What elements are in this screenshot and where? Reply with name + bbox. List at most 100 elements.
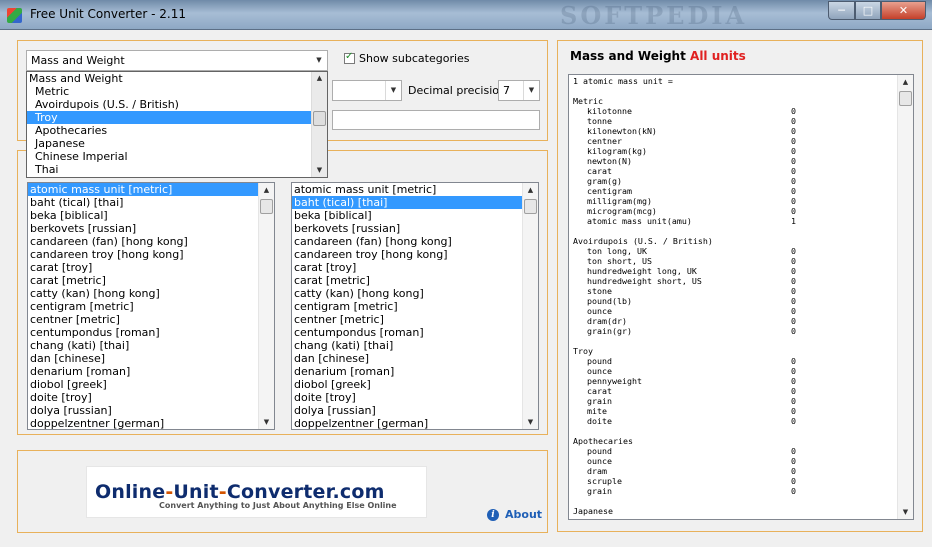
scroll-down-icon[interactable]: ▼ [523, 415, 538, 429]
list-item[interactable]: dolya [russian] [292, 404, 523, 417]
dropdown-option[interactable]: Chinese Imperial [27, 150, 311, 163]
results-unit-name: pound [587, 356, 612, 366]
category-dropdown-list[interactable]: Mass and Weight Metric Avoirdupois (U.S. /… [26, 71, 328, 178]
value-input[interactable] [332, 110, 540, 130]
scroll-thumb[interactable] [260, 199, 273, 214]
scroll-up-icon[interactable]: ▲ [312, 72, 327, 85]
dropdown-option[interactable]: Avoirdupois (U.S. / British) [27, 98, 311, 111]
list-item[interactable]: doite [troy] [292, 391, 523, 404]
chevron-down-icon[interactable]: ▼ [385, 81, 401, 100]
list-item[interactable]: centumpondus [roman] [292, 326, 523, 339]
watermark: SOFTPEDIA [560, 1, 748, 30]
list-item[interactable]: beka [biblical] [292, 209, 523, 222]
list-item[interactable]: atomic mass unit [metric] [28, 183, 259, 196]
dropdown-option[interactable]: Thai [27, 163, 311, 176]
list-item[interactable]: catty (kan) [hong kong] [28, 287, 259, 300]
scroll-down-icon[interactable]: ▼ [312, 164, 327, 177]
results-unit-name: microgram(mcg) [587, 206, 657, 216]
scroll-thumb[interactable] [524, 199, 537, 214]
results-text-area[interactable]: 1 atomic mass unit = Metric kilotonne 0 tonn… [568, 74, 914, 520]
list-item[interactable]: beka [biblical] [28, 209, 259, 222]
minimize-button[interactable]: ─ [828, 1, 855, 20]
list-item[interactable]: candareen troy [hong kong] [28, 248, 259, 261]
list-item[interactable]: diobol [greek] [28, 378, 259, 391]
list-item[interactable]: dan [chinese] [292, 352, 523, 365]
scroll-down-icon[interactable]: ▼ [259, 415, 274, 429]
results-section-header: 1 atomic mass unit = [573, 76, 673, 86]
show-subcategories-label: Show subcategories [359, 52, 470, 65]
results-category: Mass and Weight [570, 49, 686, 63]
list-item[interactable]: denarium [roman] [28, 365, 259, 378]
results-section-header: Metric [573, 96, 603, 106]
chevron-down-icon[interactable]: ▼ [311, 51, 327, 70]
results-unit-value: 0 [791, 276, 796, 286]
dropdown-option[interactable]: Mass and Weight [27, 72, 311, 85]
list-item[interactable]: dan [chinese] [28, 352, 259, 365]
chevron-down-icon[interactable]: ▼ [523, 81, 539, 100]
list-item[interactable]: chang (kati) [thai] [28, 339, 259, 352]
list-item[interactable]: denarium [roman] [292, 365, 523, 378]
show-subcategories-checkbox[interactable] [344, 51, 355, 64]
dropdown-option[interactable]: Troy [27, 111, 311, 124]
list-item[interactable]: centumpondus [roman] [28, 326, 259, 339]
list-item[interactable]: centner [metric] [28, 313, 259, 326]
list-item[interactable]: berkovets [russian] [28, 222, 259, 235]
decimal-precision-select[interactable]: 7 ▼ [498, 80, 540, 101]
show-subcategories-toggle[interactable]: Show subcategories [344, 51, 470, 65]
scroll-up-icon[interactable]: ▲ [259, 183, 274, 197]
list-item[interactable]: dolya [russian] [28, 404, 259, 417]
dropdown-scrollbar[interactable]: ▲ ▼ [311, 72, 327, 177]
list-item[interactable]: atomic mass unit [metric] [292, 183, 523, 196]
list-item[interactable]: baht (tical) [thai] [28, 196, 259, 209]
about-link[interactable]: i About [487, 508, 542, 521]
list-item[interactable]: baht (tical) [thai] [292, 196, 523, 209]
from-list-scrollbar[interactable]: ▲ ▼ [258, 183, 274, 429]
dropdown-option[interactable]: Apothecaries [27, 124, 311, 137]
dropdown-option[interactable]: Japanese [27, 137, 311, 150]
to-unit-list[interactable]: atomic mass unit [metric] baht (tical) [t… [291, 182, 539, 430]
list-item[interactable]: doppelzentner [german] [292, 417, 523, 429]
list-item[interactable]: carat [troy] [292, 261, 523, 274]
results-scrollbar[interactable]: ▲ ▼ [897, 75, 913, 519]
results-unit-value: 0 [791, 256, 796, 266]
list-item[interactable]: candareen (fan) [hong kong] [28, 235, 259, 248]
scroll-down-icon[interactable]: ▼ [898, 505, 913, 519]
list-item[interactable]: centner [metric] [292, 313, 523, 326]
title-bar[interactable]: Free Unit Converter - 2.11 SOFTPEDIA ─ □… [0, 0, 932, 30]
results-unit-value: 0 [791, 156, 796, 166]
results-unit-name: hundredweight short, US [587, 276, 702, 286]
results-unit-name: ounce [587, 306, 612, 316]
results-row: pennyweight 0 [573, 376, 893, 386]
list-item[interactable]: diobol [greek] [292, 378, 523, 391]
list-item[interactable]: doite [troy] [28, 391, 259, 404]
results-unit-name: ounce [587, 366, 612, 376]
category-select[interactable]: Mass and Weight ▼ [26, 50, 328, 71]
from-unit-list[interactable]: atomic mass unit [metric] baht (tical) [t… [27, 182, 275, 430]
results-row: hundredweight long, UK 0 [573, 266, 893, 276]
list-item[interactable]: candareen (fan) [hong kong] [292, 235, 523, 248]
subcategory-select[interactable]: ▼ [332, 80, 402, 101]
scroll-thumb[interactable] [313, 111, 326, 126]
list-item[interactable]: chang (kati) [thai] [292, 339, 523, 352]
list-item[interactable]: berkovets [russian] [292, 222, 523, 235]
list-item[interactable]: carat [metric] [292, 274, 523, 287]
list-item[interactable]: doppelzentner [german] [28, 417, 259, 429]
results-row: grain 0 [573, 486, 893, 496]
list-item[interactable]: candareen troy [hong kong] [292, 248, 523, 261]
results-row: grain 0 [573, 396, 893, 406]
dropdown-option[interactable]: Metric [27, 85, 311, 98]
list-item[interactable]: centigram [metric] [292, 300, 523, 313]
list-item[interactable]: catty (kan) [hong kong] [292, 287, 523, 300]
list-item[interactable]: centigram [metric] [28, 300, 259, 313]
scroll-up-icon[interactable]: ▲ [523, 183, 538, 197]
online-unit-converter-logo[interactable]: Online-Unit-Converter.com Convert Anythi… [86, 466, 427, 518]
results-spacer [573, 86, 893, 96]
scroll-thumb[interactable] [899, 91, 912, 106]
results-unit-value: 0 [791, 326, 796, 336]
scroll-up-icon[interactable]: ▲ [898, 75, 913, 89]
list-item[interactable]: carat [troy] [28, 261, 259, 274]
list-item[interactable]: carat [metric] [28, 274, 259, 287]
maximize-button[interactable]: □ [855, 1, 881, 20]
to-list-scrollbar[interactable]: ▲ ▼ [522, 183, 538, 429]
close-button[interactable]: ✕ [881, 1, 926, 20]
